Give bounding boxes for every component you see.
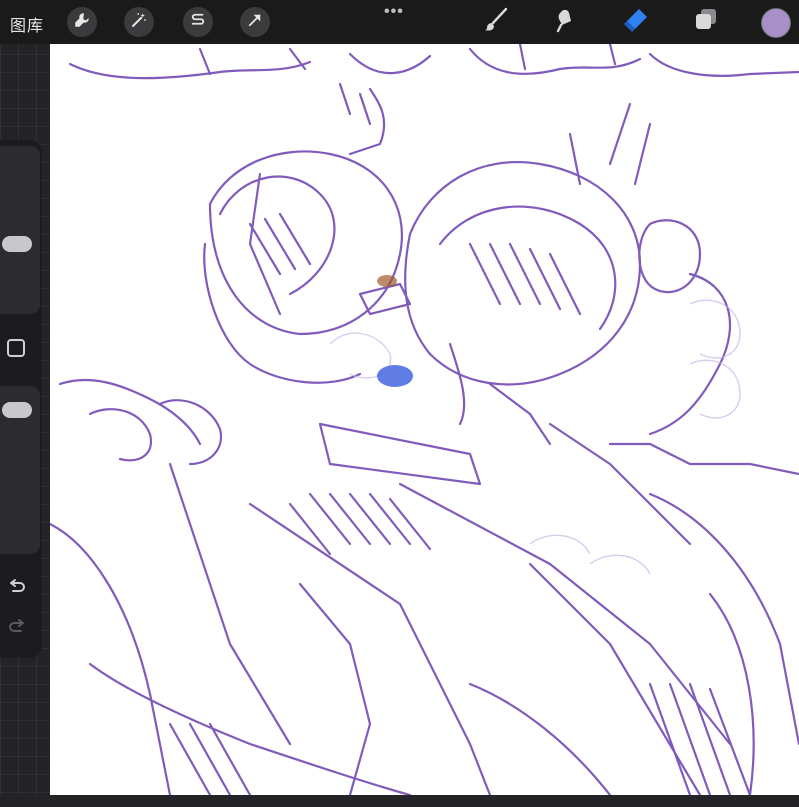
layers-icon — [692, 6, 720, 39]
selection-button[interactable] — [183, 7, 213, 37]
redo-icon — [7, 617, 27, 642]
arrow-cursor-icon — [246, 11, 264, 34]
transform-button[interactable] — [240, 7, 270, 37]
opacity-thumb[interactable] — [2, 401, 32, 418]
drawing-canvas[interactable] — [50, 44, 799, 795]
gallery-button[interactable]: 图库 — [10, 12, 44, 36]
smudge-icon — [552, 6, 580, 39]
wrench-icon — [73, 11, 91, 34]
layers-button[interactable] — [690, 6, 722, 38]
top-toolbar: 图库 ••• — [0, 0, 799, 44]
color-picker-swatch[interactable] — [761, 8, 791, 38]
selection-s-icon — [189, 11, 207, 34]
brush-tool-button[interactable] — [480, 6, 512, 38]
left-sidebar — [0, 140, 42, 658]
redo-button[interactable] — [6, 618, 28, 640]
eraser-tool-button[interactable] — [620, 6, 652, 38]
eye-highlight — [377, 365, 413, 387]
bottom-strip — [0, 795, 799, 807]
eraser-icon — [622, 6, 650, 39]
brush-size-thumb[interactable] — [2, 236, 32, 253]
brush-icon — [482, 6, 510, 39]
undo-icon — [7, 577, 27, 602]
sketch-artwork — [50, 44, 799, 795]
more-options-icon[interactable]: ••• — [384, 3, 404, 21]
adjustments-button[interactable] — [124, 7, 154, 37]
magic-wand-icon — [130, 11, 148, 34]
square-icon[interactable] — [7, 339, 25, 357]
opacity-slider[interactable] — [0, 386, 40, 554]
actions-button[interactable] — [67, 7, 97, 37]
undo-button[interactable] — [6, 578, 28, 600]
smudge-tool-button[interactable] — [550, 6, 582, 38]
brush-size-slider[interactable] — [0, 146, 40, 314]
